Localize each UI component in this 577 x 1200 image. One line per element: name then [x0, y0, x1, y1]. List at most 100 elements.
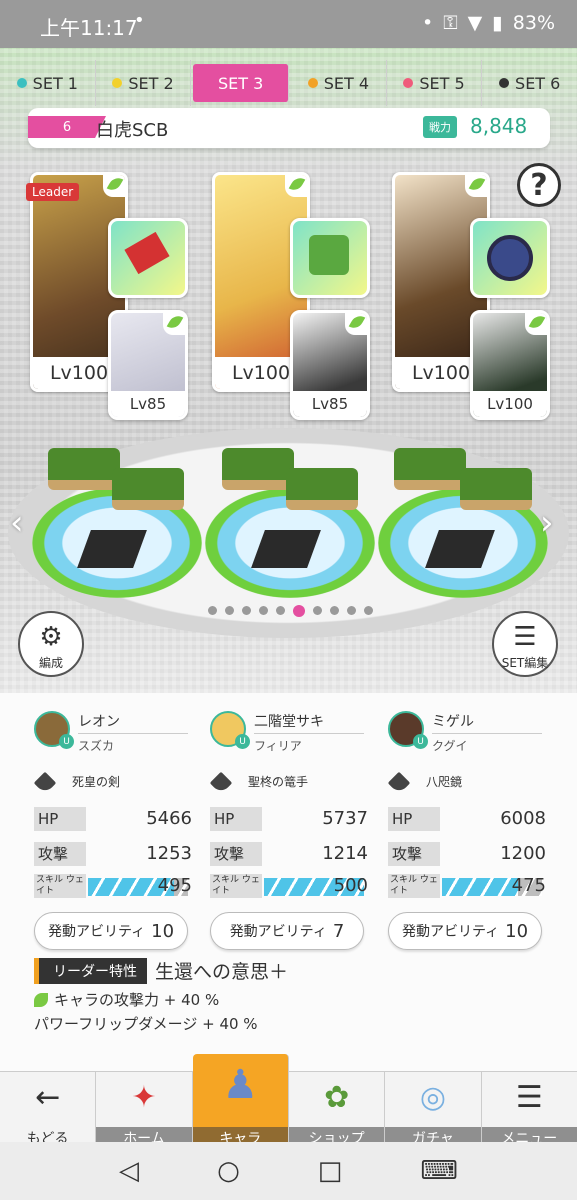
hp-value: 5466	[146, 808, 192, 829]
shop-icon: ✿	[324, 1080, 350, 1115]
page-dot	[259, 606, 268, 615]
attack-label: 攻撃	[210, 841, 262, 866]
skill-wait-value: 500	[333, 875, 368, 896]
tab-set-5[interactable]: SET 5	[387, 60, 483, 106]
support-level: Lv85	[293, 391, 367, 417]
page-dot	[225, 606, 234, 615]
party-scene: SET 1 SET 2 SET 3 SET 4 SET 5 SET 6 6 白虎…	[0, 48, 577, 693]
wifi-icon: ▼	[467, 12, 483, 34]
ability-button[interactable]: 発動アビリティ 10	[388, 912, 542, 950]
set-1-dot-icon	[16, 78, 27, 88]
page-dot	[313, 606, 322, 615]
support-card-3[interactable]: Lv100	[470, 310, 550, 420]
set-4-dot-icon	[307, 78, 318, 88]
power-value: 8,848	[470, 114, 528, 138]
skill-wait-label: スキル ウェイト	[34, 874, 86, 898]
leader-trait-title: 生還への意思＋	[155, 961, 289, 983]
hp-label: HP	[34, 806, 86, 831]
tab-set-2[interactable]: SET 2	[96, 60, 192, 106]
weapon-slot-2[interactable]	[290, 218, 370, 298]
page-dot-active	[293, 605, 305, 617]
sword-icon	[124, 231, 170, 275]
support-name: クグイ	[432, 739, 468, 753]
team-name-bar[interactable]: 6 白虎SCB 戦力 8,848	[28, 108, 550, 148]
leader-badge: Leader	[26, 183, 80, 201]
set-tabs: SET 1 SET 2 SET 3 SET 4 SET 5 SET 6	[0, 60, 577, 106]
hp-value: 6008	[500, 808, 546, 829]
page-dot	[330, 606, 339, 615]
gacha-icon: ◎	[419, 1080, 447, 1115]
leader-trait-tag: リーダー特性	[34, 957, 147, 984]
character-column-3: U ミゲル クグイ 八咫鏡 HP 6008 攻撃 1200 スキル ウェイト 475 …	[388, 711, 548, 950]
next-arrow-icon[interactable]: ›	[540, 503, 554, 543]
system-back-icon[interactable]: ◁	[119, 1156, 139, 1186]
nav-character[interactable]: ♟ キャラ	[192, 1054, 289, 1155]
battery-icon: ▮	[492, 12, 503, 34]
game-controller-icon[interactable]: ⌨	[420, 1156, 458, 1186]
support-level: Lv85	[111, 391, 185, 417]
leaf-icon	[34, 992, 48, 1007]
leader-trait: リーダー特性 生還への意思＋	[34, 957, 288, 984]
system-home-icon[interactable]: ○	[217, 1156, 240, 1186]
character-avatar[interactable]: U	[388, 711, 428, 749]
support-level: Lv100	[473, 391, 547, 417]
leaf-icon	[285, 175, 307, 197]
trait-line-1: キャラの攻撃力 + 40 %	[34, 989, 219, 1010]
ability-button[interactable]: 発動アビリティ 10	[34, 912, 188, 950]
support-sprite-block	[286, 468, 358, 510]
weapon-slot-1[interactable]	[108, 218, 188, 298]
character-sprite-block	[222, 448, 294, 490]
page-dot	[347, 606, 356, 615]
support-sprite-block	[112, 468, 184, 510]
set-2-dot-icon	[112, 78, 123, 88]
character-name: レオン	[78, 711, 188, 734]
team-name: 白虎SCB	[96, 120, 169, 141]
help-button[interactable]: ?	[517, 163, 561, 207]
badge-icon: U	[59, 734, 74, 749]
character-column-2: U 二階堂サキ フィリア 聖柊の篭手 HP 5737 攻撃 1214 スキル ウェイ…	[210, 711, 370, 950]
attack-label: 攻撃	[388, 841, 440, 866]
page-dot	[276, 606, 285, 615]
equipment-name: 聖柊の篭手	[248, 774, 309, 789]
support-name: スズカ	[78, 739, 115, 753]
support-card-1[interactable]: Lv85	[108, 310, 188, 420]
support-card-2[interactable]: Lv85	[290, 310, 370, 420]
tab-set-6[interactable]: SET 6	[482, 60, 577, 106]
character-column-1: U レオン スズカ 死皇の剣 HP 5466 攻撃 1253 スキル ウェイト 495…	[34, 711, 194, 950]
ability-button[interactable]: 発動アビリティ 7	[210, 912, 364, 950]
team-number: 6	[28, 116, 106, 138]
tab-set-4[interactable]: SET 4	[291, 60, 387, 106]
tab-set-1[interactable]: SET 1	[0, 60, 96, 106]
page-dot	[242, 606, 251, 615]
support-sprite-block	[460, 468, 532, 510]
home-icon: ✦	[131, 1080, 157, 1115]
character-avatar[interactable]: U	[34, 711, 74, 749]
badge-icon: U	[235, 734, 250, 749]
leaf-icon	[465, 175, 487, 197]
skill-wait-label: スキル ウェイト	[210, 874, 262, 898]
equipment-name: 死皇の剣	[72, 774, 121, 789]
weapon-slot-3[interactable]	[470, 218, 550, 298]
character-avatar[interactable]: U	[210, 711, 250, 749]
mirror-icon	[487, 235, 533, 281]
status-bar: 上午11:17 • • ⚿ ▼ ▮ 83%	[0, 0, 577, 48]
equipment-icon	[388, 768, 414, 794]
set-edit-button[interactable]: ☰ SET編集	[492, 611, 558, 677]
set-6-dot-icon	[499, 78, 510, 88]
list-icon: ☰	[513, 622, 537, 652]
tab-set-3[interactable]: SET 3	[193, 64, 290, 102]
notification-dot: •	[134, 10, 145, 31]
gauntlet-icon	[309, 235, 349, 275]
system-recent-icon[interactable]: □	[318, 1156, 343, 1186]
formation-button[interactable]: ⚙ 編成	[18, 611, 84, 677]
leaf-icon	[103, 175, 125, 197]
equipment-name: 八咫鏡	[426, 774, 463, 789]
attack-label: 攻撃	[34, 841, 86, 866]
page-dot	[208, 606, 217, 615]
leaf-icon	[345, 313, 367, 335]
leaf-icon	[163, 313, 185, 335]
skill-wait-value: 475	[511, 875, 546, 896]
page-dot	[364, 606, 373, 615]
character-sprite-block	[394, 448, 466, 490]
prev-arrow-icon[interactable]: ‹	[10, 503, 24, 543]
